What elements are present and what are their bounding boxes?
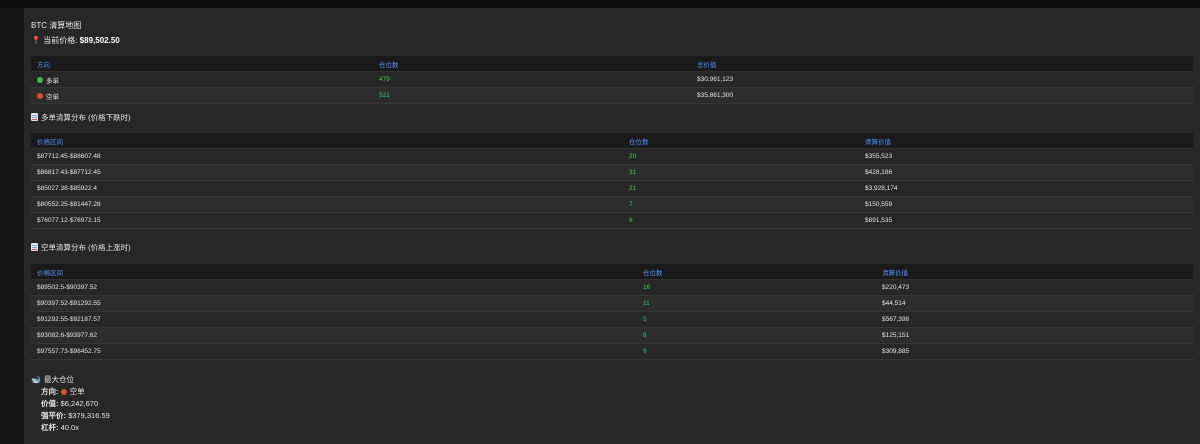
table-row: $91292.55-$92187.57 5 $567,398 (31, 311, 1193, 328)
table-row: 空单 521 $35,861,300 (31, 87, 1193, 104)
summary-header-value: 总价值 (691, 56, 1193, 72)
price-range: $76077.12-$76972.15 (31, 212, 623, 229)
summary-table: 方向 仓位数 总价值 多单 479 $30,961,123 空单 521 $35… (31, 56, 1193, 104)
page-title: BTC 清算地图 (31, 21, 82, 30)
price-range: $87712.45-$88607.48 (31, 148, 623, 165)
liquidation-value: $309,885 (876, 343, 1193, 360)
liquidation-value: $3,928,174 (859, 180, 1193, 197)
red-circle-icon (37, 93, 43, 99)
direction-long: 多单 (46, 77, 59, 85)
current-price-label: 当前价格: (43, 36, 78, 45)
position-count: 6 (623, 212, 859, 229)
long-liquidation-table: 价格区间 仓位数 清算价值 $87712.45-$88607.48 20 $355,… (31, 133, 1193, 229)
short-total-value: $35,861,300 (691, 87, 1193, 104)
chart-up-icon (31, 243, 38, 251)
current-price-value: $89,502.50 (79, 36, 120, 45)
summary-header-count: 仓位数 (373, 56, 691, 72)
largest-value: 价值: $6,242,670 (41, 399, 99, 408)
position-count: 31 (623, 164, 859, 181)
position-count: 21 (623, 180, 859, 197)
long-total-value: $30,961,123 (691, 71, 1193, 88)
liquidation-value: $44,514 (876, 295, 1193, 312)
short-liquidation-table: 价格区间 仓位数 清算价值 $89502.5-$90397.52 16 $220,4… (31, 264, 1193, 360)
table-row: $85027.38-$85922.4 21 $3,928,174 (31, 180, 1193, 197)
liquidation-value: $150,559 (859, 196, 1193, 213)
price-range: $85027.38-$85922.4 (31, 180, 623, 197)
position-count: 16 (637, 279, 876, 296)
largest-liquidation-price: 强平价: $379,316.59 (41, 411, 110, 420)
largest-direction: 方向: 空单 (41, 387, 85, 396)
table-row: $76077.12-$76972.15 6 $891,535 (31, 212, 1193, 229)
summary-header-direction: 方向 (31, 56, 373, 72)
table-row: $87712.45-$88607.48 20 $355,523 (31, 148, 1193, 165)
short-header-count: 仓位数 (637, 264, 876, 280)
chart-down-icon (31, 113, 38, 121)
long-header-count: 仓位数 (623, 133, 859, 149)
pushpin-icon: 📍 (31, 36, 41, 45)
price-range: $89502.5-$90397.52 (31, 279, 637, 296)
liquidation-value: $428,186 (859, 164, 1193, 181)
whale-icon: 🐋 (31, 375, 41, 384)
liquidation-value: $567,398 (876, 311, 1193, 328)
short-header-value: 清算价值 (876, 264, 1193, 280)
position-count: 11 (637, 295, 876, 312)
liquidation-value: $125,151 (876, 327, 1193, 344)
current-price: 📍 当前价格: $89,502.50 (31, 35, 1193, 47)
position-count: 7 (623, 196, 859, 213)
position-count: 8 (637, 327, 876, 344)
table-row: $80552.25-$81447.28 7 $150,559 (31, 196, 1193, 213)
liquidation-value: $355,523 (859, 148, 1193, 165)
long-count: 479 (373, 71, 691, 88)
short-header-range: 价格区间 (31, 264, 637, 280)
table-row: $97557.73-$98452.75 9 $309,885 (31, 343, 1193, 360)
table-row: $93082.6-$93977.62 8 $125,151 (31, 327, 1193, 344)
price-range: $97557.73-$98452.75 (31, 343, 637, 360)
table-row: $86817.43-$87712.45 31 $428,186 (31, 164, 1193, 181)
position-count: 20 (623, 148, 859, 165)
short-section-title: 空单清算分布 (价格上涨时) (31, 242, 1193, 254)
price-range: $86817.43-$87712.45 (31, 164, 623, 181)
price-range: $80552.25-$81447.28 (31, 196, 623, 213)
long-section-title: 多单清算分布 (价格下跌时) (31, 112, 1193, 124)
price-range: $93082.6-$93977.62 (31, 327, 637, 344)
liquidation-value: $891,535 (859, 212, 1193, 229)
window-top-bar (0, 0, 1200, 8)
green-circle-icon (37, 77, 43, 83)
position-count: 5 (637, 311, 876, 328)
direction-short: 空单 (46, 93, 59, 101)
price-range: $90397.52-$91292.55 (31, 295, 637, 312)
position-count: 9 (637, 343, 876, 360)
table-row: 多单 479 $30,961,123 (31, 71, 1193, 88)
table-row: $90397.52-$91292.55 11 $44,514 (31, 295, 1193, 312)
largest-position-title: 🐋 最大仓位 (31, 375, 74, 384)
short-count: 521 (373, 87, 691, 104)
price-range: $91292.55-$92187.57 (31, 311, 637, 328)
long-header-range: 价格区间 (31, 133, 623, 149)
largest-leverage: 杠杆: 40.0x (41, 423, 79, 432)
long-header-value: 清算价值 (859, 133, 1193, 149)
red-circle-icon (60, 388, 67, 395)
liquidation-value: $220,473 (876, 279, 1193, 296)
message-panel: BTC 清算地图 📍 当前价格: $89,502.50 方向 仓位数 总价值 多… (24, 8, 1200, 444)
table-row: $89502.5-$90397.52 16 $220,473 (31, 279, 1193, 296)
